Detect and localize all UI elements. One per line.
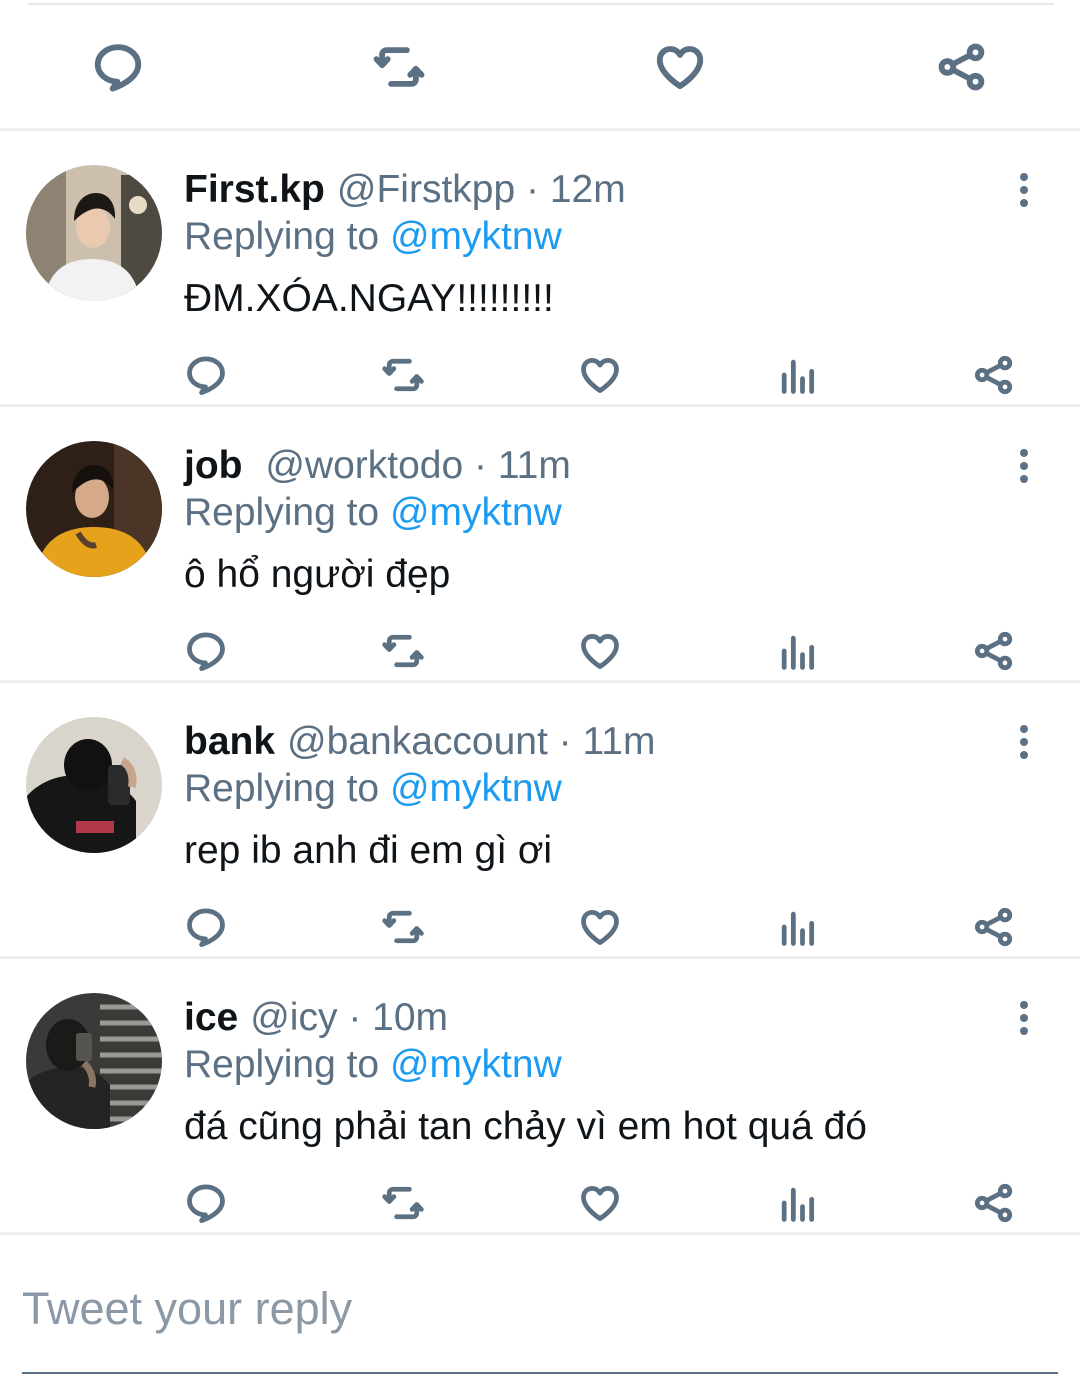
mention-link[interactable]: @myktnw [390, 1043, 562, 1086]
timestamp: · 11m [474, 444, 571, 487]
replying-label: Replying to [184, 491, 380, 534]
reply-header: ice @icy · 10m [184, 995, 448, 1041]
reply-icon[interactable] [184, 629, 228, 673]
analytics-icon[interactable] [775, 905, 819, 949]
reply-icon[interactable] [184, 905, 228, 949]
user-handle[interactable]: @Firstkpp [337, 168, 515, 211]
reply-item[interactable]: bank @bankaccount · 11m Replying to @mykt… [0, 683, 1080, 959]
user-handle[interactable]: @icy [250, 996, 337, 1039]
analytics-icon[interactable] [775, 629, 819, 673]
share-icon[interactable] [972, 905, 1016, 949]
replying-to: Replying to @myktnw [184, 766, 562, 812]
mention-link[interactable]: @myktnw [390, 767, 562, 810]
retweet-icon[interactable] [381, 353, 425, 397]
like-icon[interactable] [578, 629, 622, 673]
like-icon[interactable] [653, 40, 707, 94]
more-options-icon[interactable] [1004, 719, 1044, 765]
reply-header: bank @bankaccount · 11m [184, 719, 655, 765]
reply-text: rep ib anh đi em gì ơi [184, 829, 553, 872]
share-icon[interactable] [935, 40, 989, 94]
replying-label: Replying to [184, 767, 380, 810]
share-icon[interactable] [972, 1181, 1016, 1225]
retweet-icon[interactable] [372, 40, 426, 94]
reply-composer [0, 1250, 1080, 1379]
avatar[interactable] [26, 717, 162, 853]
replying-label: Replying to [184, 1043, 380, 1086]
avatar[interactable] [26, 441, 162, 577]
replying-to: Replying to @myktnw [184, 214, 562, 260]
user-handle[interactable]: @worktodo [265, 444, 463, 487]
reply-item[interactable]: ice @icy · 10m Replying to @myktnw đá cũn… [0, 959, 1080, 1235]
user-handle[interactable]: @bankaccount [287, 720, 548, 763]
timestamp: · 10m [348, 996, 449, 1039]
share-icon[interactable] [972, 353, 1016, 397]
analytics-icon[interactable] [775, 1181, 819, 1225]
replying-to: Replying to @myktnw [184, 1042, 562, 1088]
more-options-icon[interactable] [1004, 995, 1044, 1041]
reply-text: ĐM.XÓA.NGAY!!!!!!!!! [184, 277, 554, 320]
replying-label: Replying to [184, 215, 380, 258]
share-icon[interactable] [972, 629, 1016, 673]
more-options-icon[interactable] [1004, 443, 1044, 489]
tweet-reply-input[interactable] [22, 1274, 1022, 1344]
reply-header: First.kp @Firstkpp · 12m [184, 167, 626, 213]
display-name[interactable]: bank [184, 720, 275, 763]
analytics-icon[interactable] [775, 353, 819, 397]
reply-item[interactable]: job @worktodo · 11m Replying to @myktnw … [0, 407, 1080, 683]
main-tweet-action-bar [0, 0, 1080, 131]
reply-icon[interactable] [91, 40, 145, 94]
avatar[interactable] [26, 165, 162, 301]
like-icon[interactable] [578, 905, 622, 949]
reply-item[interactable]: First.kp @Firstkpp · 12m Replying to @myk… [0, 131, 1080, 407]
reply-header: job @worktodo · 11m [184, 443, 571, 489]
avatar[interactable] [26, 993, 162, 1129]
display-name[interactable]: ice [184, 996, 238, 1039]
retweet-icon[interactable] [381, 905, 425, 949]
retweet-icon[interactable] [381, 629, 425, 673]
input-underline [22, 1372, 1058, 1374]
replying-to: Replying to @myktnw [184, 490, 562, 536]
display-name[interactable]: job [184, 444, 242, 487]
more-options-icon[interactable] [1004, 167, 1044, 213]
reply-icon[interactable] [184, 353, 228, 397]
retweet-icon[interactable] [381, 1181, 425, 1225]
display-name[interactable]: First.kp [184, 168, 325, 211]
reply-icon[interactable] [184, 1181, 228, 1225]
like-icon[interactable] [578, 353, 622, 397]
mention-link[interactable]: @myktnw [390, 215, 562, 258]
mention-link[interactable]: @myktnw [390, 491, 562, 534]
reply-text: ô hổ người đẹp [184, 553, 451, 596]
timestamp: · 12m [526, 168, 626, 211]
timestamp: · 11m [558, 720, 656, 763]
like-icon[interactable] [578, 1181, 622, 1225]
reply-text: đá cũng phải tan chảy vì em hot quá đó [184, 1105, 867, 1148]
